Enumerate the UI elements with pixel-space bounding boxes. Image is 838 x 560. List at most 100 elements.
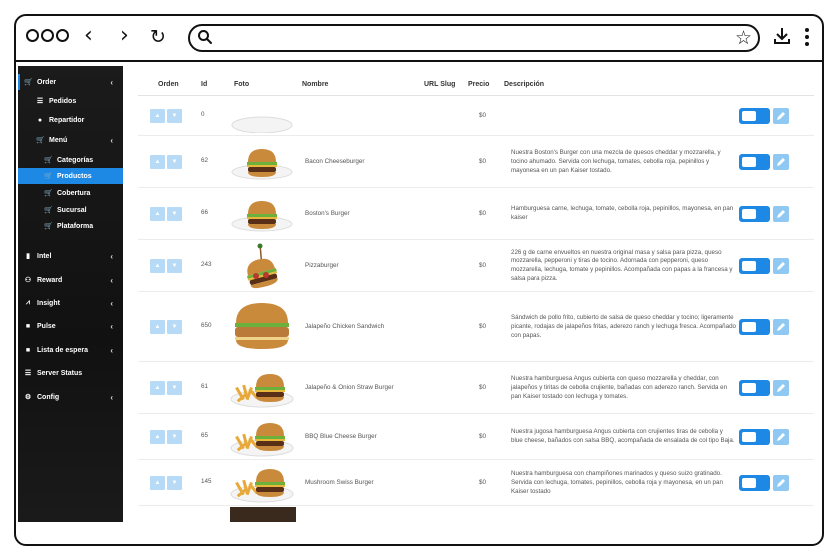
edit-button[interactable] [773,380,789,396]
window-dots-icon[interactable] [26,29,69,42]
edit-button[interactable] [773,108,789,124]
kebab-icon[interactable] [805,28,809,46]
product-photo [230,367,294,414]
cell-id: 65 [201,432,209,439]
move-down-button[interactable]: ▼ [167,155,182,169]
star-icon[interactable]: ☆ [735,28,752,48]
cell-descripcion: 226 g de carne envueltos en nuestra orig… [511,248,733,282]
cell-id: 66 [201,209,209,216]
order-controls: ▲ ▼ [150,259,182,273]
header-nombre[interactable]: Nombre [302,81,328,88]
product-photo [230,297,294,362]
move-down-button[interactable]: ▼ [167,109,182,123]
sidebar-item-reward[interactable]: ⚇ Reward ‹ [18,272,123,288]
reload-icon[interactable]: ↻ [150,26,166,48]
edit-button[interactable] [773,206,789,222]
sidebar-item-repartidor[interactable]: ● Repartidor [18,112,123,128]
move-down-button[interactable]: ▼ [167,259,182,273]
sidebar-item-label: Cobertura [57,189,91,197]
cogs-icon: ⚙ [24,394,32,401]
sidebar-item-menu[interactable]: 🛒 Menú ‹ [18,132,123,148]
active-toggle[interactable] [739,429,770,445]
move-down-button[interactable]: ▼ [167,430,182,444]
cart-icon: 🛒 [44,207,53,214]
move-down-button[interactable]: ▼ [167,320,182,334]
move-up-button[interactable]: ▲ [150,207,165,221]
move-up-button[interactable]: ▲ [150,259,165,273]
move-down-button[interactable]: ▼ [167,207,182,221]
table-row: ▲ ▼ 65 BBQ Blue Cheese Burger $0 Nuestra jugo… [138,414,814,460]
sidebar: 🛒 Order ‹ ☰ Pedidos ● Repartidor 🛒 Menú … [18,66,123,522]
active-toggle[interactable] [739,108,770,124]
sidebar-item-config[interactable]: ⚙ Config ‹ [18,389,123,405]
sidebar-item-pulse[interactable]: ■ Pulse ‹ [18,318,123,334]
active-toggle[interactable] [739,475,770,491]
sidebar-item-label: Order [37,78,57,86]
move-up-button[interactable]: ▲ [150,109,165,123]
back-icon[interactable]: ‹ [84,25,93,47]
sidebar-item-productos[interactable]: 🛒 Productos [18,168,123,184]
product-photo [230,194,294,239]
cell-nombre: Jalapeño & Onion Straw Burger [305,384,394,391]
table-row: ▲ ▼ 145 Mushroom Swiss Burger $0 Nuestra hamb… [138,460,814,506]
table-header: Orden Id Foto Nombre URL Slug Precio Des… [138,76,814,96]
cell-id: 145 [201,478,212,485]
sidebar-item-order[interactable]: 🛒 Order ‹ [18,74,123,90]
sidebar-item-label: Productos [57,172,92,180]
sidebar-item-cobertura[interactable]: 🛒 Cobertura [18,185,123,201]
active-toggle[interactable] [739,206,770,222]
pencil-icon [777,479,785,487]
edit-button[interactable] [773,258,789,274]
cart-icon: 🛒 [36,137,45,144]
pencil-icon [777,323,785,331]
sidebar-item-intel[interactable]: ▮ Intel ‹ [18,248,123,264]
cell-precio: $0 [479,262,487,269]
sidebar-item-label: Pulse [37,322,56,330]
header-url-slug[interactable]: URL Slug [424,81,455,88]
header-descripcion[interactable]: Descripción [504,81,544,88]
cart-icon: 🛒 [24,79,33,86]
product-photo-partial [230,507,296,522]
sidebar-item-label: Repartidor [49,116,85,124]
download-icon[interactable] [773,26,791,46]
table-row: ▲ ▼ 66 Boston's Burger $0 Hamburguesa carne, … [138,188,814,240]
sidebar-item-label: Intel [37,252,52,260]
edit-button[interactable] [773,319,789,335]
address-bar[interactable]: ☆ [188,24,760,52]
pencil-icon [777,210,785,218]
sidebar-item-lista-de-espera[interactable]: ■ Lista de espera ‹ [18,342,123,358]
sidebar-item-label: Sucursal [57,206,87,214]
url-input[interactable] [218,29,718,47]
header-foto[interactable]: Foto [234,81,249,88]
product-photo [230,99,294,138]
cart-icon: 🛒 [44,190,53,197]
pencil-icon [777,112,785,120]
move-up-button[interactable]: ▲ [150,155,165,169]
header-precio[interactable]: Precio [468,81,489,88]
table-row: ▲ ▼ 243 Pizzaburger $0 226 g de carne envuelt… [138,240,814,292]
move-down-button[interactable]: ▼ [167,381,182,395]
sidebar-item-categorias[interactable]: 🛒 Categorías [18,152,123,168]
forward-icon[interactable]: › [120,25,129,47]
move-down-button[interactable]: ▼ [167,476,182,490]
move-up-button[interactable]: ▲ [150,430,165,444]
header-id[interactable]: Id [201,81,207,88]
edit-button[interactable] [773,429,789,445]
cell-precio: $0 [479,433,487,440]
active-toggle[interactable] [739,380,770,396]
move-up-button[interactable]: ▲ [150,381,165,395]
active-toggle[interactable] [739,319,770,335]
sidebar-item-sucursal[interactable]: 🛒 Sucursal [18,202,123,218]
sidebar-item-server-status[interactable]: ☰ Server Status [18,365,123,381]
sidebar-item-plataforma[interactable]: 🛒 Plataforma [18,218,123,234]
sidebar-item-insight[interactable]: ⩘ Insight ‹ [18,295,123,311]
sidebar-item-pedidos[interactable]: ☰ Pedidos [18,93,123,109]
move-up-button[interactable]: ▲ [150,476,165,490]
header-orden[interactable]: Orden [158,81,179,88]
edit-button[interactable] [773,154,789,170]
edit-button[interactable] [773,475,789,491]
list-icon: ☰ [36,98,44,105]
move-up-button[interactable]: ▲ [150,320,165,334]
active-toggle[interactable] [739,258,770,274]
active-toggle[interactable] [739,154,770,170]
